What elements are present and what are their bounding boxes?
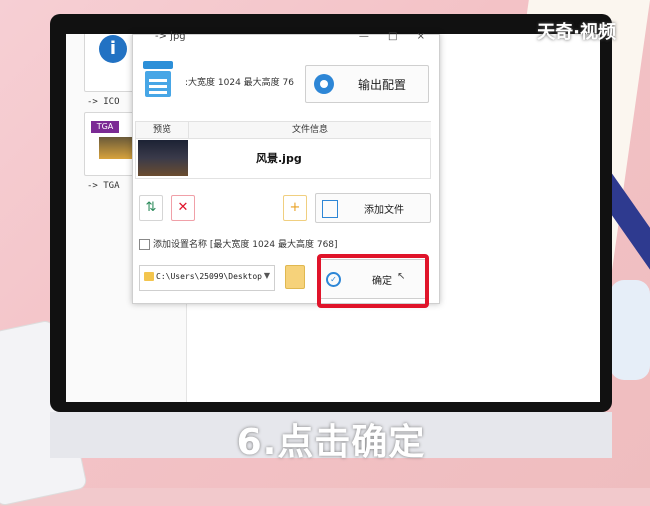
title-bar: -> jpg — □ ×: [133, 31, 439, 45]
gear-icon: [314, 74, 334, 94]
file-name[interactable]: 风景.jpg: [256, 150, 302, 166]
window-controls[interactable]: — □ ×: [359, 31, 433, 42]
add-setting-name-checkbox[interactable]: [139, 239, 150, 250]
ico-format-label: -> ICO: [87, 97, 120, 107]
chevron-down-icon: ▼: [263, 271, 270, 280]
thumbnail-image[interactable]: [138, 140, 188, 176]
output-path-select[interactable]: C:\Users\25099\Desktop ▼: [139, 265, 275, 291]
app-icon: [143, 61, 173, 97]
image-icon: [99, 137, 133, 159]
col-preview-header: 预览: [136, 122, 188, 139]
sort-icon[interactable]: ⇅: [139, 195, 163, 221]
file-table: 预览 文件信息 风景.jpg: [135, 121, 431, 179]
watermark-logo: 天奇·视频: [537, 22, 616, 43]
add-folder-icon[interactable]: +: [283, 195, 307, 221]
browse-folder-button[interactable]: [285, 265, 305, 289]
output-path-value: C:\Users\25099\Desktop: [156, 272, 262, 281]
bottle-decor: [610, 280, 650, 380]
checkbox-label: 添加设置名称 [最大宽度 1024 最大高度 768]: [153, 240, 338, 250]
folder-icon: [144, 272, 154, 281]
tga-badge: TGA: [91, 121, 119, 133]
confirm-highlight-box: [317, 254, 429, 308]
tga-format-label: -> TGA: [87, 181, 120, 191]
output-config-button[interactable]: 输出配置: [305, 65, 429, 103]
output-config-label: 输出配置: [358, 78, 407, 92]
add-file-label: 添加文件: [364, 205, 404, 216]
add-file-button[interactable]: 添加文件: [315, 193, 431, 223]
info-icon: i: [99, 35, 127, 63]
col-info-header: 文件信息: [188, 122, 431, 139]
dialog-title: -> jpg: [155, 31, 186, 42]
step-caption: 6.点击确定: [236, 422, 426, 463]
size-settings-text: :大宽度 1024 最大高度 76: [185, 78, 294, 88]
file-add-icon: [322, 200, 338, 218]
delete-icon[interactable]: ✕: [171, 195, 195, 221]
